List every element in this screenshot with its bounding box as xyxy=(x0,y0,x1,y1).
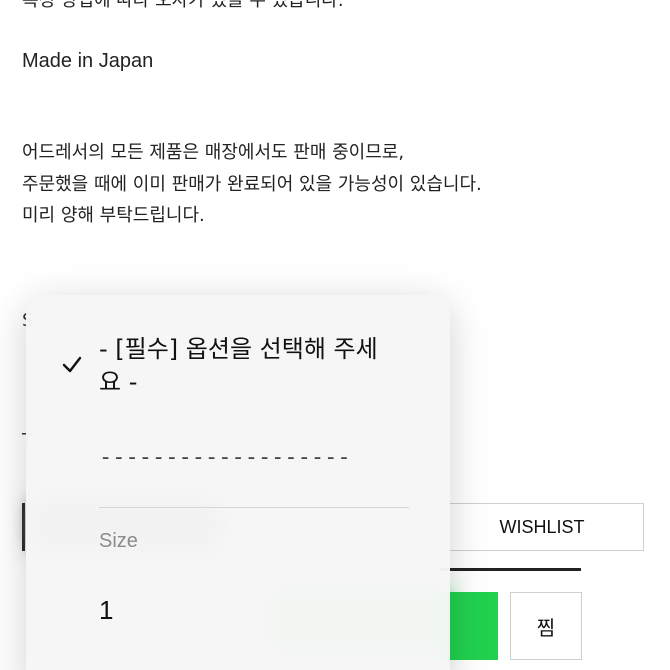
notice-line-3: 미리 양해 부탁드립니다. xyxy=(22,205,205,226)
made-in-text: Made in Japan xyxy=(22,50,154,72)
product-detail-page: 특정 방법에 따라 오차가 있을 수 있습니다. Made in Japan 어… xyxy=(0,0,670,670)
buy-button-edge[interactable] xyxy=(22,503,25,551)
wishlist-button[interactable]: WISHLIST xyxy=(440,503,644,551)
option-placeholder-item[interactable]: - [필수] 옵션을 선택해 주세요 - xyxy=(99,333,399,399)
measurement-notice-text: 특정 방법에 따라 오차가 있을 수 있습니다. xyxy=(22,0,344,11)
zzim-button[interactable]: 찜 xyxy=(510,592,582,660)
notice-line-2: 주문했을 때에 이미 판매가 완료되어 있을 가능성이 있습니다. xyxy=(22,174,482,195)
option-select-popup: - [필수] 옵션을 선택해 주세요 - -------------------… xyxy=(26,295,450,670)
size-option-1[interactable]: 1 xyxy=(99,595,113,626)
size-section-label: Size xyxy=(99,530,138,552)
checkmark-icon xyxy=(62,356,82,373)
popup-separator xyxy=(99,507,409,508)
option-divider-item[interactable]: ------------------- xyxy=(99,445,351,470)
notice-line-1: 어드레서의 모든 제품은 매장에서도 판매 중이므로, xyxy=(22,142,405,163)
section-underline xyxy=(440,568,581,571)
